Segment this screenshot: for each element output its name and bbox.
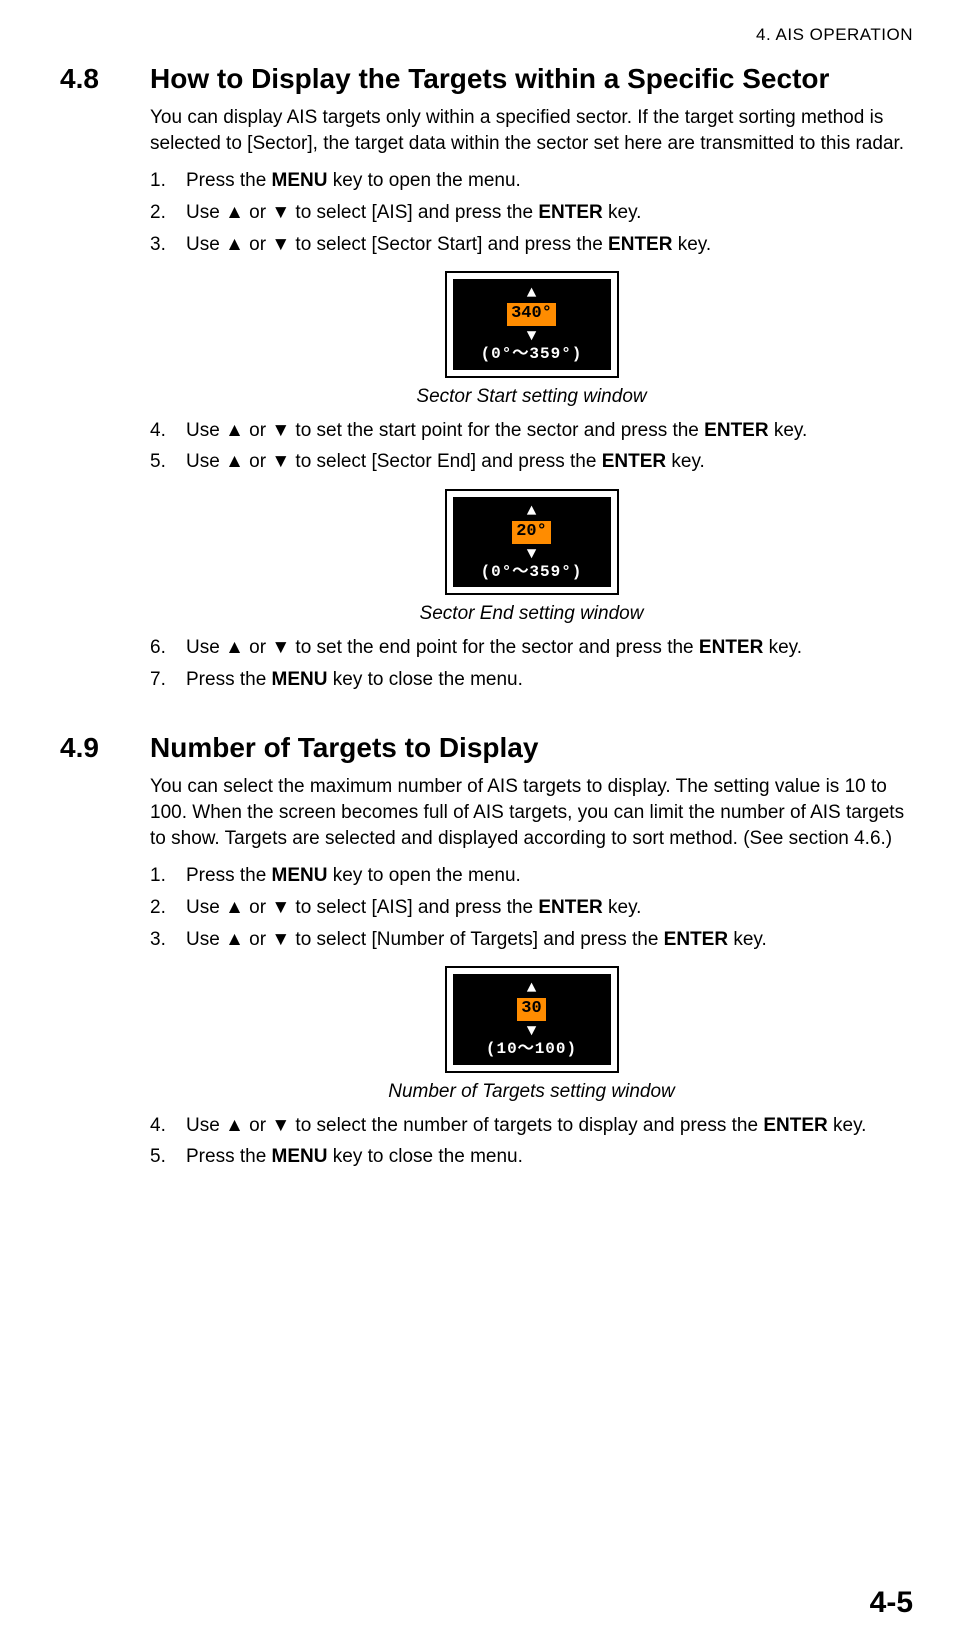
section-heading: 4.8 How to Display the Targets within a …: [60, 63, 913, 95]
triangle-down-icon: ▼: [457, 1023, 607, 1039]
triangle-down-icon: [271, 637, 290, 658]
figure-frame: ▲ 20° ▼ (0°～359°): [445, 489, 619, 596]
lcd-display: ▲ 30 ▼ (10～100): [453, 974, 611, 1065]
step-text: Use or to set the start point for the se…: [186, 418, 913, 444]
step-2: 2. Use or to select [AIS] and press the …: [150, 895, 913, 921]
section-4-9: 4.9 Number of Targets to Display You can…: [60, 732, 913, 1169]
step-5: 5. Press the MENU key to close the menu.: [150, 1144, 913, 1170]
page: 4. AIS OPERATION 4.8 How to Display the …: [0, 0, 973, 1640]
section-4-8: 4.8 How to Display the Targets within a …: [60, 63, 913, 692]
triangle-down-icon: [271, 234, 290, 255]
steps-list: 4. Use or to select the number of target…: [150, 1113, 913, 1170]
figure-caption: Sector End setting window: [150, 601, 913, 627]
step-number: 1.: [150, 168, 186, 194]
step-text: Use or to select [AIS] and press the ENT…: [186, 200, 913, 226]
step-text: Use or to select [AIS] and press the ENT…: [186, 895, 913, 921]
intro-paragraph: You can select the maximum number of AIS…: [150, 774, 913, 851]
step-4: 4. Use or to select the number of target…: [150, 1113, 913, 1139]
figure-caption: Sector Start setting window: [150, 384, 913, 410]
triangle-up-icon: ▲: [457, 980, 607, 996]
section-body: You can select the maximum number of AIS…: [150, 774, 913, 1169]
step-text: Use or to select [Sector End] and press …: [186, 449, 913, 475]
step-7: 7. Press the MENU key to close the menu.: [150, 667, 913, 693]
triangle-down-icon: [271, 451, 290, 472]
triangle-up-icon: [225, 929, 244, 950]
step-number: 4.: [150, 1113, 186, 1139]
lcd-range: (0°～359°): [457, 344, 607, 366]
lcd-value: 340°: [507, 303, 556, 326]
triangle-down-icon: [271, 420, 290, 441]
lcd-display: ▲ 20° ▼ (0°～359°): [453, 497, 611, 588]
step-number: 3.: [150, 232, 186, 258]
triangle-up-icon: ▲: [457, 285, 607, 301]
lcd-range: (0°～359°): [457, 562, 607, 584]
lcd-value: 30: [517, 998, 545, 1021]
triangle-up-icon: [225, 897, 244, 918]
step-number: 2.: [150, 895, 186, 921]
triangle-up-icon: [225, 234, 244, 255]
triangle-down-icon: [271, 929, 290, 950]
figure-num-targets: ▲ 30 ▼ (10～100): [150, 966, 913, 1073]
step-text: Use or to select [Number of Targets] and…: [186, 927, 913, 953]
section-heading: 4.9 Number of Targets to Display: [60, 732, 913, 764]
figure-sector-end: ▲ 20° ▼ (0°～359°): [150, 489, 913, 596]
page-number: 4-5: [870, 1586, 913, 1620]
figure-frame: ▲ 340° ▼ (0°～359°): [445, 271, 619, 378]
steps-list: 4. Use or to set the start point for the…: [150, 418, 913, 475]
step-number: 4.: [150, 418, 186, 444]
lcd-range: (10～100): [457, 1039, 607, 1061]
step-text: Press the MENU key to close the menu.: [186, 1144, 913, 1170]
step-3: 3. Use or to select [Number of Targets] …: [150, 927, 913, 953]
triangle-up-icon: [225, 637, 244, 658]
step-number: 5.: [150, 449, 186, 475]
step-text: Press the MENU key to open the menu.: [186, 863, 913, 889]
step-number: 6.: [150, 635, 186, 661]
section-title: How to Display the Targets within a Spec…: [150, 63, 913, 95]
triangle-down-icon: [271, 202, 290, 223]
section-number: 4.8: [60, 63, 150, 95]
step-1: 1. Press the MENU key to open the menu.: [150, 168, 913, 194]
step-4: 4. Use or to set the start point for the…: [150, 418, 913, 444]
triangle-down-icon: ▼: [457, 328, 607, 344]
section-number: 4.9: [60, 732, 150, 764]
steps-list: 1. Press the MENU key to open the menu. …: [150, 863, 913, 952]
step-6: 6. Use or to set the end point for the s…: [150, 635, 913, 661]
lcd-display: ▲ 340° ▼ (0°～359°): [453, 279, 611, 370]
figure-sector-start: ▲ 340° ▼ (0°～359°): [150, 271, 913, 378]
section-title: Number of Targets to Display: [150, 732, 913, 764]
step-text: Press the MENU key to close the menu.: [186, 667, 913, 693]
step-text: Use or to select [Sector Start] and pres…: [186, 232, 913, 258]
step-2: 2. Use or to select [AIS] and press the …: [150, 200, 913, 226]
steps-list: 1. Press the MENU key to open the menu. …: [150, 168, 913, 257]
step-number: 5.: [150, 1144, 186, 1170]
step-text: Use or to select the number of targets t…: [186, 1113, 913, 1139]
step-3: 3. Use or to select [Sector Start] and p…: [150, 232, 913, 258]
step-text: Press the MENU key to open the menu.: [186, 168, 913, 194]
triangle-up-icon: [225, 451, 244, 472]
chapter-header: 4. AIS OPERATION: [60, 25, 913, 45]
triangle-up-icon: [225, 1115, 244, 1136]
triangle-up-icon: [225, 420, 244, 441]
section-body: You can display AIS targets only within …: [150, 105, 913, 692]
step-text: Use or to set the end point for the sect…: [186, 635, 913, 661]
step-5: 5. Use or to select [Sector End] and pre…: [150, 449, 913, 475]
step-number: 7.: [150, 667, 186, 693]
triangle-down-icon: ▼: [457, 546, 607, 562]
triangle-down-icon: [271, 1115, 290, 1136]
step-number: 3.: [150, 927, 186, 953]
intro-paragraph: You can display AIS targets only within …: [150, 105, 913, 156]
triangle-down-icon: [271, 897, 290, 918]
figure-caption: Number of Targets setting window: [150, 1079, 913, 1105]
lcd-value: 20°: [512, 521, 551, 544]
step-number: 1.: [150, 863, 186, 889]
triangle-up-icon: [225, 202, 244, 223]
step-1: 1. Press the MENU key to open the menu.: [150, 863, 913, 889]
figure-frame: ▲ 30 ▼ (10～100): [445, 966, 619, 1073]
steps-list: 6. Use or to set the end point for the s…: [150, 635, 913, 692]
step-number: 2.: [150, 200, 186, 226]
triangle-up-icon: ▲: [457, 503, 607, 519]
